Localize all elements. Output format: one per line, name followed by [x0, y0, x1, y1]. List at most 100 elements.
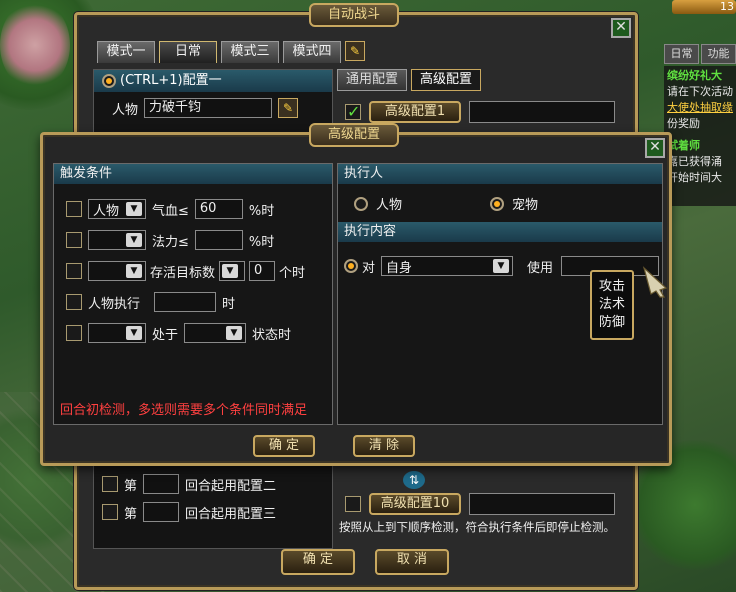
blossom-tree: [0, 0, 70, 90]
adv-config-1-button[interactable]: 高级配置1: [369, 101, 461, 123]
edit-character-skill-button[interactable]: ✎: [278, 98, 299, 118]
tab-mode-3[interactable]: 模式三: [221, 41, 279, 63]
tab-general-config[interactable]: 通用配置: [337, 69, 408, 91]
condition-status-select[interactable]: ▼: [184, 323, 247, 343]
round-row-config-three: 第 回合起用配置三: [102, 502, 276, 522]
round-number-input[interactable]: [143, 474, 180, 494]
condition-hp-target-select[interactable]: 人物 ▼: [88, 199, 146, 219]
condition-hp-checkbox[interactable]: [66, 201, 82, 217]
round-config-three-checkbox[interactable]: [102, 504, 118, 520]
condition-alive-value-input[interactable]: 0: [249, 261, 276, 281]
close-icon: ✕: [649, 139, 661, 155]
cancel-button[interactable]: 取 消: [375, 549, 449, 575]
character-label: 人物: [112, 102, 139, 118]
chevron-down-icon: ▼: [226, 326, 243, 340]
round-config-two-label: 回合起用配置二: [185, 478, 277, 494]
adv-config-10-checkbox[interactable]: [345, 496, 361, 512]
dialog-confirm-button[interactable]: 确 定: [253, 435, 315, 457]
select-value: 人物: [93, 203, 120, 219]
condition-alive-compare-select[interactable]: ▼: [219, 261, 246, 281]
condition-mp-value-input[interactable]: [194, 230, 243, 250]
tab-advanced-config[interactable]: 高级配置: [411, 69, 482, 91]
round-prefix: 第: [124, 478, 138, 494]
advanced-config-dialog: 高级配置 ✕ 触发条件 人物 ▼ 气血≤ 60 %时 ▼ 法力≤ %时 ▼ 存活…: [40, 123, 672, 466]
condition-mp-suffix: %时: [248, 234, 275, 250]
quest-title[interactable]: 缤纷好礼大: [667, 68, 733, 84]
dialog-clear-button[interactable]: 清 除: [353, 435, 415, 457]
action-target-select[interactable]: 自身 ▼: [381, 256, 514, 276]
condition-action-checkbox[interactable]: [66, 294, 82, 310]
adv-config-10-name-field[interactable]: [469, 493, 615, 515]
pencil-icon: ✎: [282, 101, 294, 115]
hud-tab-function[interactable]: 功能: [701, 44, 736, 64]
condition-action-input[interactable]: [154, 292, 217, 312]
action-use-label: 使用: [527, 260, 554, 276]
condition-row-status: ▼ 处于 ▼ 状态时: [66, 322, 291, 344]
chevron-down-icon: ▼: [126, 233, 142, 247]
condition-mp-target-select[interactable]: ▼: [88, 230, 146, 250]
round-row-config-two: 第 回合起用配置二: [102, 474, 276, 494]
condition-status-label: 处于: [152, 327, 179, 343]
action-content-title: 执行内容: [338, 222, 662, 242]
tab-mode-4[interactable]: 模式四: [283, 41, 341, 63]
executor-character-label: 人物: [376, 198, 403, 213]
quest-text: 嘉已获得涌: [667, 155, 722, 168]
confirm-button[interactable]: 确 定: [281, 549, 355, 575]
chevron-down-icon: ▼: [126, 202, 142, 216]
executor-option-character[interactable]: 人物: [354, 194, 402, 213]
pencil-icon: ✎: [349, 44, 361, 58]
hud-tab-daily[interactable]: 日常: [664, 44, 699, 64]
quest-link[interactable]: 大使处抽取缘: [667, 100, 733, 116]
tab-daily[interactable]: 日常: [159, 41, 217, 63]
menu-item-spell[interactable]: 法术: [599, 297, 625, 313]
adv-config-row-10: 高级配置10: [345, 493, 615, 515]
condition-hp-value-input[interactable]: 60: [194, 199, 243, 219]
character-skill-field[interactable]: 力破千钧: [144, 98, 273, 118]
condition-hp-suffix: %时: [248, 203, 275, 219]
menu-item-attack[interactable]: 攻击: [599, 279, 625, 295]
menu-item-defend[interactable]: 防御: [599, 315, 625, 331]
condition-status-checkbox[interactable]: [66, 325, 82, 341]
condition-alive-checkbox[interactable]: [66, 263, 82, 279]
dialog-close-button[interactable]: ✕: [645, 138, 665, 158]
close-icon: ✕: [615, 19, 627, 35]
condition-row-hp: 人物 ▼ 气血≤ 60 %时: [66, 198, 274, 220]
action-target-radio[interactable]: [344, 259, 358, 273]
round-prefix: 第: [124, 506, 138, 522]
quest-title[interactable]: 试着师: [667, 138, 733, 154]
adv-config-1-name-field[interactable]: [469, 101, 615, 123]
swap-order-button[interactable]: ⇅: [403, 471, 425, 489]
config-one-header[interactable]: (CTRL+1)配置一: [94, 70, 332, 92]
trigger-conditions-title: 触发条件: [54, 164, 332, 184]
executor-pet-radio[interactable]: [490, 196, 504, 211]
chevron-down-icon: ▼: [126, 326, 142, 340]
executor-character-radio[interactable]: [354, 196, 368, 211]
condition-action-suffix: 时: [222, 296, 236, 312]
condition-alive-target-select[interactable]: ▼: [88, 261, 146, 281]
executor-option-pet[interactable]: 宠物: [490, 194, 538, 213]
adv-config-row-1: 高级配置1: [345, 101, 615, 123]
close-button[interactable]: ✕: [611, 18, 631, 38]
executor-pet-label: 宠物: [512, 198, 539, 213]
condition-alive-suffix: 个时: [279, 265, 306, 281]
action-target-prefix: 对: [362, 260, 376, 276]
rename-mode-button[interactable]: ✎: [345, 41, 365, 61]
config-one-radio[interactable]: [102, 74, 116, 88]
condition-mp-checkbox[interactable]: [66, 232, 82, 248]
round-config-two-checkbox[interactable]: [102, 476, 118, 492]
quest-text: 请在下次活动: [667, 85, 733, 98]
condition-mp-label: 法力≤: [152, 234, 189, 250]
hud-quest-panel: 缤纷好礼大 请在下次活动 大使处抽取缘 份奖励 试着师 嘉已获得涌 开始时间大: [664, 66, 736, 206]
trigger-conditions-panel: 触发条件 人物 ▼ 气血≤ 60 %时 ▼ 法力≤ %时 ▼ 存活目标数 ▼ 0…: [53, 163, 333, 425]
tab-mode-1[interactable]: 模式一: [97, 41, 155, 63]
dialog-title: 高级配置: [309, 123, 399, 147]
condition-status-target-select[interactable]: ▼: [88, 323, 146, 343]
hud-level: 13: [720, 0, 734, 13]
swap-arrows-icon: ⇅: [408, 473, 420, 487]
window-title: 自动战斗: [309, 3, 399, 27]
round-number-input[interactable]: [143, 502, 180, 522]
condition-row-mp: ▼ 法力≤ %时: [66, 229, 274, 251]
detection-order-hint: 按照从上到下顺序检测，符合执行条件后即停止检测。: [339, 520, 615, 534]
adv-config-10-button[interactable]: 高级配置10: [369, 493, 461, 515]
adv-config-1-checkbox[interactable]: [345, 102, 361, 121]
